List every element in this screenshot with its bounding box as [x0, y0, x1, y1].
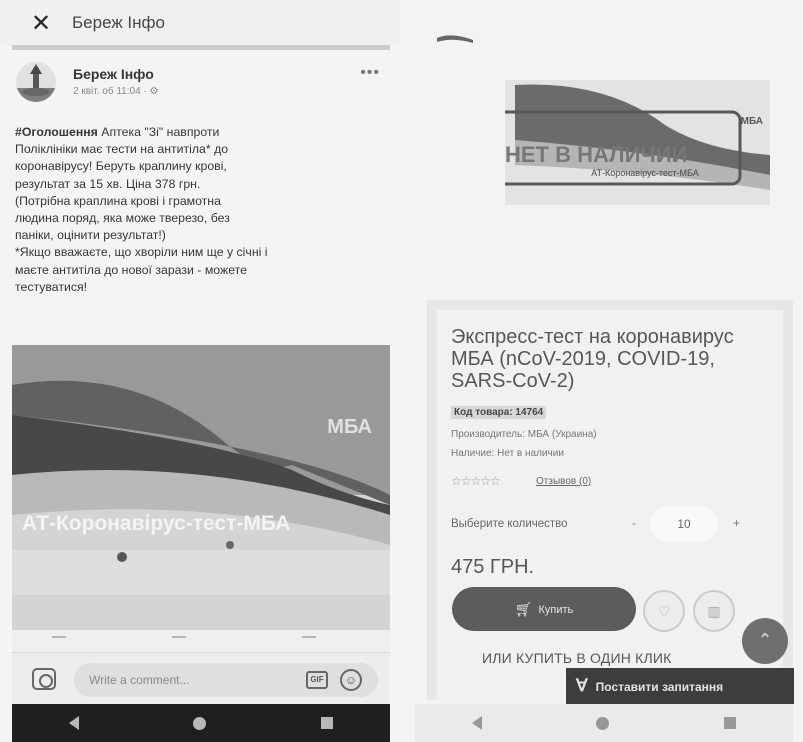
product-image-brand: МБА: [741, 116, 763, 127]
post-line: тестуватися!: [15, 279, 88, 294]
wishlist-heart-icon[interactable]: ♡: [643, 590, 685, 632]
more-options-icon[interactable]: •••: [360, 64, 380, 82]
quantity-decrement-button[interactable]: -: [632, 516, 636, 530]
product-image[interactable]: НЕТ В НАЛИЧИИ АТ-Коронавірус-тест-МБА МБ…: [505, 80, 770, 205]
compare-chart-icon[interactable]: ▥: [693, 590, 735, 632]
ask-question-button[interactable]: ∀ Поставити запитання: [566, 668, 794, 704]
post-timestamp: 2 квіт. об 11:04 · ⚙: [73, 86, 159, 97]
quantity-increment-button[interactable]: +: [733, 516, 740, 530]
buy-button-label: Купить: [538, 604, 574, 616]
post-line: людина поряд, яка може тверезо, без: [15, 211, 230, 226]
page-title: Береж Інфо: [72, 13, 165, 32]
close-icon[interactable]: ✕: [30, 9, 52, 38]
product-title: Экспресс-тест на коронавирус МБА (nCoV-2…: [451, 326, 734, 392]
post-line: результат за 15 хв. Ціна 378 грн.: [15, 176, 201, 191]
quantity-label: Выберите количество: [451, 518, 568, 530]
post-line: *Якщо вважаєте, що хворіли ним ще у січн…: [15, 245, 268, 260]
comment-input[interactable]: Write a comment... GIF ☺: [74, 663, 378, 697]
post-photo[interactable]: МБА АТ-Коронавірус-тест-МБА: [12, 345, 390, 630]
comment-icon[interactable]: [172, 636, 186, 644]
product-card-inner: Экспресс-тест на коронавирус МБА (nCoV-2…: [437, 310, 783, 705]
rating-stars-icon[interactable]: ☆☆☆☆☆: [451, 474, 501, 488]
facebook-post-screen: ✕ Береж Інфо Береж Інфо 2 квіт. об 11:04…: [0, 0, 400, 742]
product-code: Код товара: 14764: [451, 406, 547, 419]
cart-icon: 🛒︎: [514, 601, 533, 617]
reaction-bar: [12, 630, 390, 652]
ask-question-label: Поставити запитання: [595, 680, 724, 694]
post-header: Береж Інфо 2 квіт. об 11:04 · ⚙ •••: [16, 62, 386, 106]
photo-product-label: АТ-Коронавірус-тест-МБА: [22, 512, 290, 535]
reviews-link[interactable]: Отзывов (0): [536, 476, 591, 487]
home-icon[interactable]: [193, 716, 207, 730]
home-icon[interactable]: [596, 716, 610, 730]
product-image-label: АТ-Коронавірус-тест-МБА: [591, 168, 698, 178]
hashtag[interactable]: #Оголошення: [15, 125, 98, 139]
screenshot-pair: ✕ Береж Інфо Береж Інфо 2 квіт. об 11:04…: [0, 0, 803, 742]
post-line: паніки, оцінити результат!): [15, 228, 166, 243]
post-line: коронавірусу! Беруть краплину крові,: [15, 159, 227, 174]
android-nav-bar: [12, 704, 390, 742]
comment-placeholder: Write a comment...: [89, 673, 190, 687]
recent-apps-icon[interactable]: [723, 717, 736, 729]
out-of-stock-stamp: НЕТ В НАЛИЧИИ: [505, 142, 688, 167]
product-availability: Наличие: Нет в наличии: [451, 448, 564, 459]
avatar[interactable]: [16, 62, 56, 102]
post-author[interactable]: Береж Інфо: [73, 66, 154, 82]
emoji-icon[interactable]: ☺: [340, 669, 362, 691]
share-icon[interactable]: [302, 636, 316, 644]
header-divider: [12, 45, 390, 50]
product-card: Экспресс-тест на коронавирус МБА (nCoV-2…: [427, 300, 793, 705]
post-line: Аптека "Зі" навпроти: [97, 125, 220, 139]
post-line: Поліклініки має тести на антитіла* до: [15, 142, 229, 157]
one-click-buy-link[interactable]: ИЛИ КУПИТЬ В ОДИН КЛИК: [482, 650, 671, 666]
buy-button[interactable]: 🛒︎ Купить: [452, 587, 636, 631]
product-price: 475 ГРН.: [451, 556, 535, 578]
product-manufacturer: Производитель: МБА (Украина): [451, 429, 597, 440]
post-line: (Потрібна краплина крові і грамотна: [15, 193, 221, 208]
back-icon[interactable]: [69, 716, 80, 730]
chevron-down-icon: ∀: [576, 676, 588, 695]
comment-bar: Write a comment... GIF ☺: [12, 652, 390, 704]
back-icon[interactable]: [472, 716, 483, 730]
site-logo[interactable]: [437, 30, 473, 44]
quantity-input[interactable]: 10: [650, 506, 718, 542]
photo-brand: МБА: [327, 416, 372, 438]
app-header: ✕ Береж Інфо: [0, 0, 400, 46]
post-line: маєте антитіла до нової зарази - можете: [15, 262, 247, 277]
gif-icon[interactable]: GIF: [306, 671, 328, 689]
android-nav-bar: [415, 704, 793, 742]
recent-apps-icon[interactable]: [320, 717, 333, 729]
post-text: #Оголошення Аптека "Зі" навпроти Поліклі…: [15, 124, 380, 296]
like-icon[interactable]: [52, 636, 66, 644]
camera-icon[interactable]: [32, 668, 56, 690]
chevron-up-icon[interactable]: ⌃: [742, 618, 788, 664]
